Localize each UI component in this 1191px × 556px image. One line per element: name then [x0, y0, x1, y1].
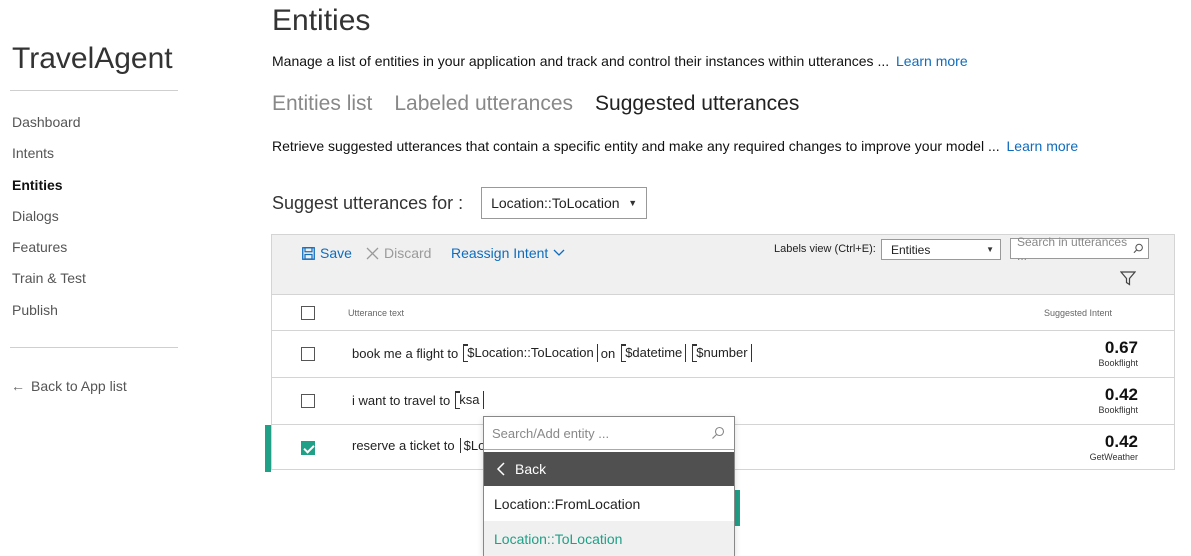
suggested-intent: 0.42 Bookflight — [1098, 385, 1138, 415]
utterance-word: book me a flight to — [352, 345, 459, 361]
sidebar-item-entities[interactable]: Entities — [12, 176, 86, 207]
sidebar-divider-top — [10, 90, 178, 91]
row-checkbox-checked[interactable] — [301, 441, 315, 455]
sidebar-item-features[interactable]: Features — [12, 238, 86, 269]
save-button[interactable]: Save — [302, 245, 352, 261]
entity-label[interactable]: ksa — [455, 391, 484, 409]
suggested-intent: 0.42 GetWeather — [1090, 432, 1138, 462]
table-row[interactable]: book me a flight to $Location::ToLocatio… — [272, 331, 1174, 378]
close-icon — [366, 247, 379, 259]
suggest-label: Suggest utterances for : — [272, 192, 464, 213]
search-utterances-input[interactable]: Search in utterances ... — [1010, 235, 1149, 263]
intent-name: Bookflight — [1098, 405, 1138, 415]
entity-search-input[interactable]: Search/Add entity ... — [484, 417, 734, 450]
tab-labeled-utterances[interactable]: Labeled utterances — [394, 92, 573, 116]
sidebar-nav: Dashboard Intents Entities Dialogs Featu… — [12, 113, 86, 332]
row-checkbox[interactable] — [301, 394, 315, 408]
grid-header-row: Utterance text Suggested Intent — [272, 296, 1174, 331]
column-header-utterance: Utterance text — [348, 308, 405, 318]
entity-label[interactable]: $Lo — [459, 438, 485, 453]
utterance-text: book me a flight to $Location::ToLocatio… — [352, 344, 755, 362]
suggest-entity-value: Location::ToLocation — [491, 195, 620, 211]
column-header-intent: Suggested Intent — [1043, 308, 1112, 318]
discard-button[interactable]: Discard — [366, 245, 431, 261]
caret-down-icon: ▼ — [986, 245, 994, 254]
app-title: TravelAgent — [12, 42, 173, 75]
page-description-text: Manage a list of entities in your applic… — [272, 53, 890, 69]
intent-name: Bookflight — [1098, 358, 1138, 368]
suggested-description: Retrieve suggested utterances that conta… — [272, 138, 1078, 154]
tab-entities-list[interactable]: Entities list — [272, 92, 372, 116]
sidebar-divider-bottom — [10, 347, 178, 348]
sidebar-item-dashboard[interactable]: Dashboard — [12, 113, 86, 144]
accent-edge — [735, 490, 740, 526]
utterance-word: i want to travel to — [352, 392, 451, 408]
entity-option-to-location[interactable]: Location::ToLocation — [484, 521, 734, 556]
labels-view-value: Entities — [891, 242, 931, 257]
back-button[interactable]: Back — [484, 452, 734, 486]
utterance-word: reserve a ticket to — [352, 438, 455, 453]
entity-label[interactable]: $number — [692, 344, 752, 362]
back-label: Back — [515, 461, 547, 477]
search-icon — [1133, 243, 1143, 254]
utterance-word: on — [600, 345, 616, 361]
utterance-text: i want to travel to ksa — [352, 391, 487, 409]
save-icon — [302, 246, 315, 260]
suggest-row: Suggest utterances for : Location::ToLoc… — [272, 187, 648, 219]
labels-view-select[interactable]: Entities ▼ — [881, 239, 1001, 260]
labels-view-label: Labels view (Ctrl+E): — [774, 243, 876, 255]
entity-picker-popup: Search/Add entity ... Back Location::Fro… — [483, 416, 735, 556]
caret-down-icon: ▼ — [628, 198, 638, 208]
page-title: Entities — [272, 4, 371, 37]
intent-score: 0.42 — [1104, 432, 1138, 451]
sidebar-item-publish[interactable]: Publish — [12, 301, 86, 332]
suggested-learn-more-link[interactable]: Learn more — [1007, 138, 1079, 154]
sidebar-item-dialogs[interactable]: Dialogs — [12, 207, 86, 238]
suggested-description-text: Retrieve suggested utterances that conta… — [272, 138, 1000, 154]
chevron-left-icon — [496, 462, 505, 476]
intent-score: 0.67 — [1104, 338, 1138, 357]
chevron-down-icon — [553, 249, 565, 256]
back-to-app-list-link[interactable]: ← Back to App list — [11, 378, 127, 394]
search-utterances-placeholder: Search in utterances ... — [1017, 234, 1128, 263]
intent-score: 0.42 — [1104, 385, 1138, 404]
search-icon — [712, 426, 725, 439]
utterance-text: reserve a ticket to $Lo — [352, 438, 485, 453]
discard-label: Discard — [384, 245, 432, 261]
tab-suggested-utterances[interactable]: Suggested utterances — [595, 92, 799, 116]
selected-row-indicator — [265, 425, 271, 472]
select-all-checkbox[interactable] — [301, 306, 315, 320]
arrow-left-icon: ← — [11, 378, 25, 394]
suggested-intent: 0.67 Bookflight — [1098, 338, 1138, 368]
reassign-intent-label: Reassign Intent — [451, 245, 549, 261]
sidebar-item-train-test[interactable]: Train & Test — [12, 269, 86, 300]
intent-name: GetWeather — [1089, 452, 1138, 462]
entity-tabs: Entities list Labeled utterances Suggest… — [272, 92, 799, 116]
entity-label[interactable]: $Location::ToLocation — [463, 344, 598, 362]
sidebar-item-intents[interactable]: Intents — [12, 144, 86, 175]
suggest-entity-select[interactable]: Location::ToLocation ▼ — [481, 187, 648, 219]
save-label: Save — [320, 245, 352, 261]
back-to-app-list-label: Back to App list — [31, 378, 127, 394]
grid-toolbar: Save Discard Reassign Intent Labels view… — [272, 235, 1174, 295]
entity-search-placeholder: Search/Add entity ... — [492, 425, 610, 441]
reassign-intent-button[interactable]: Reassign Intent — [451, 245, 565, 261]
entity-option-from-location[interactable]: Location::FromLocation — [484, 486, 734, 521]
learn-more-link[interactable]: Learn more — [896, 53, 968, 69]
page-description: Manage a list of entities in your applic… — [272, 53, 968, 69]
row-checkbox[interactable] — [301, 347, 315, 361]
entity-label[interactable]: $datetime — [621, 344, 687, 362]
filter-icon[interactable] — [1119, 271, 1137, 291]
